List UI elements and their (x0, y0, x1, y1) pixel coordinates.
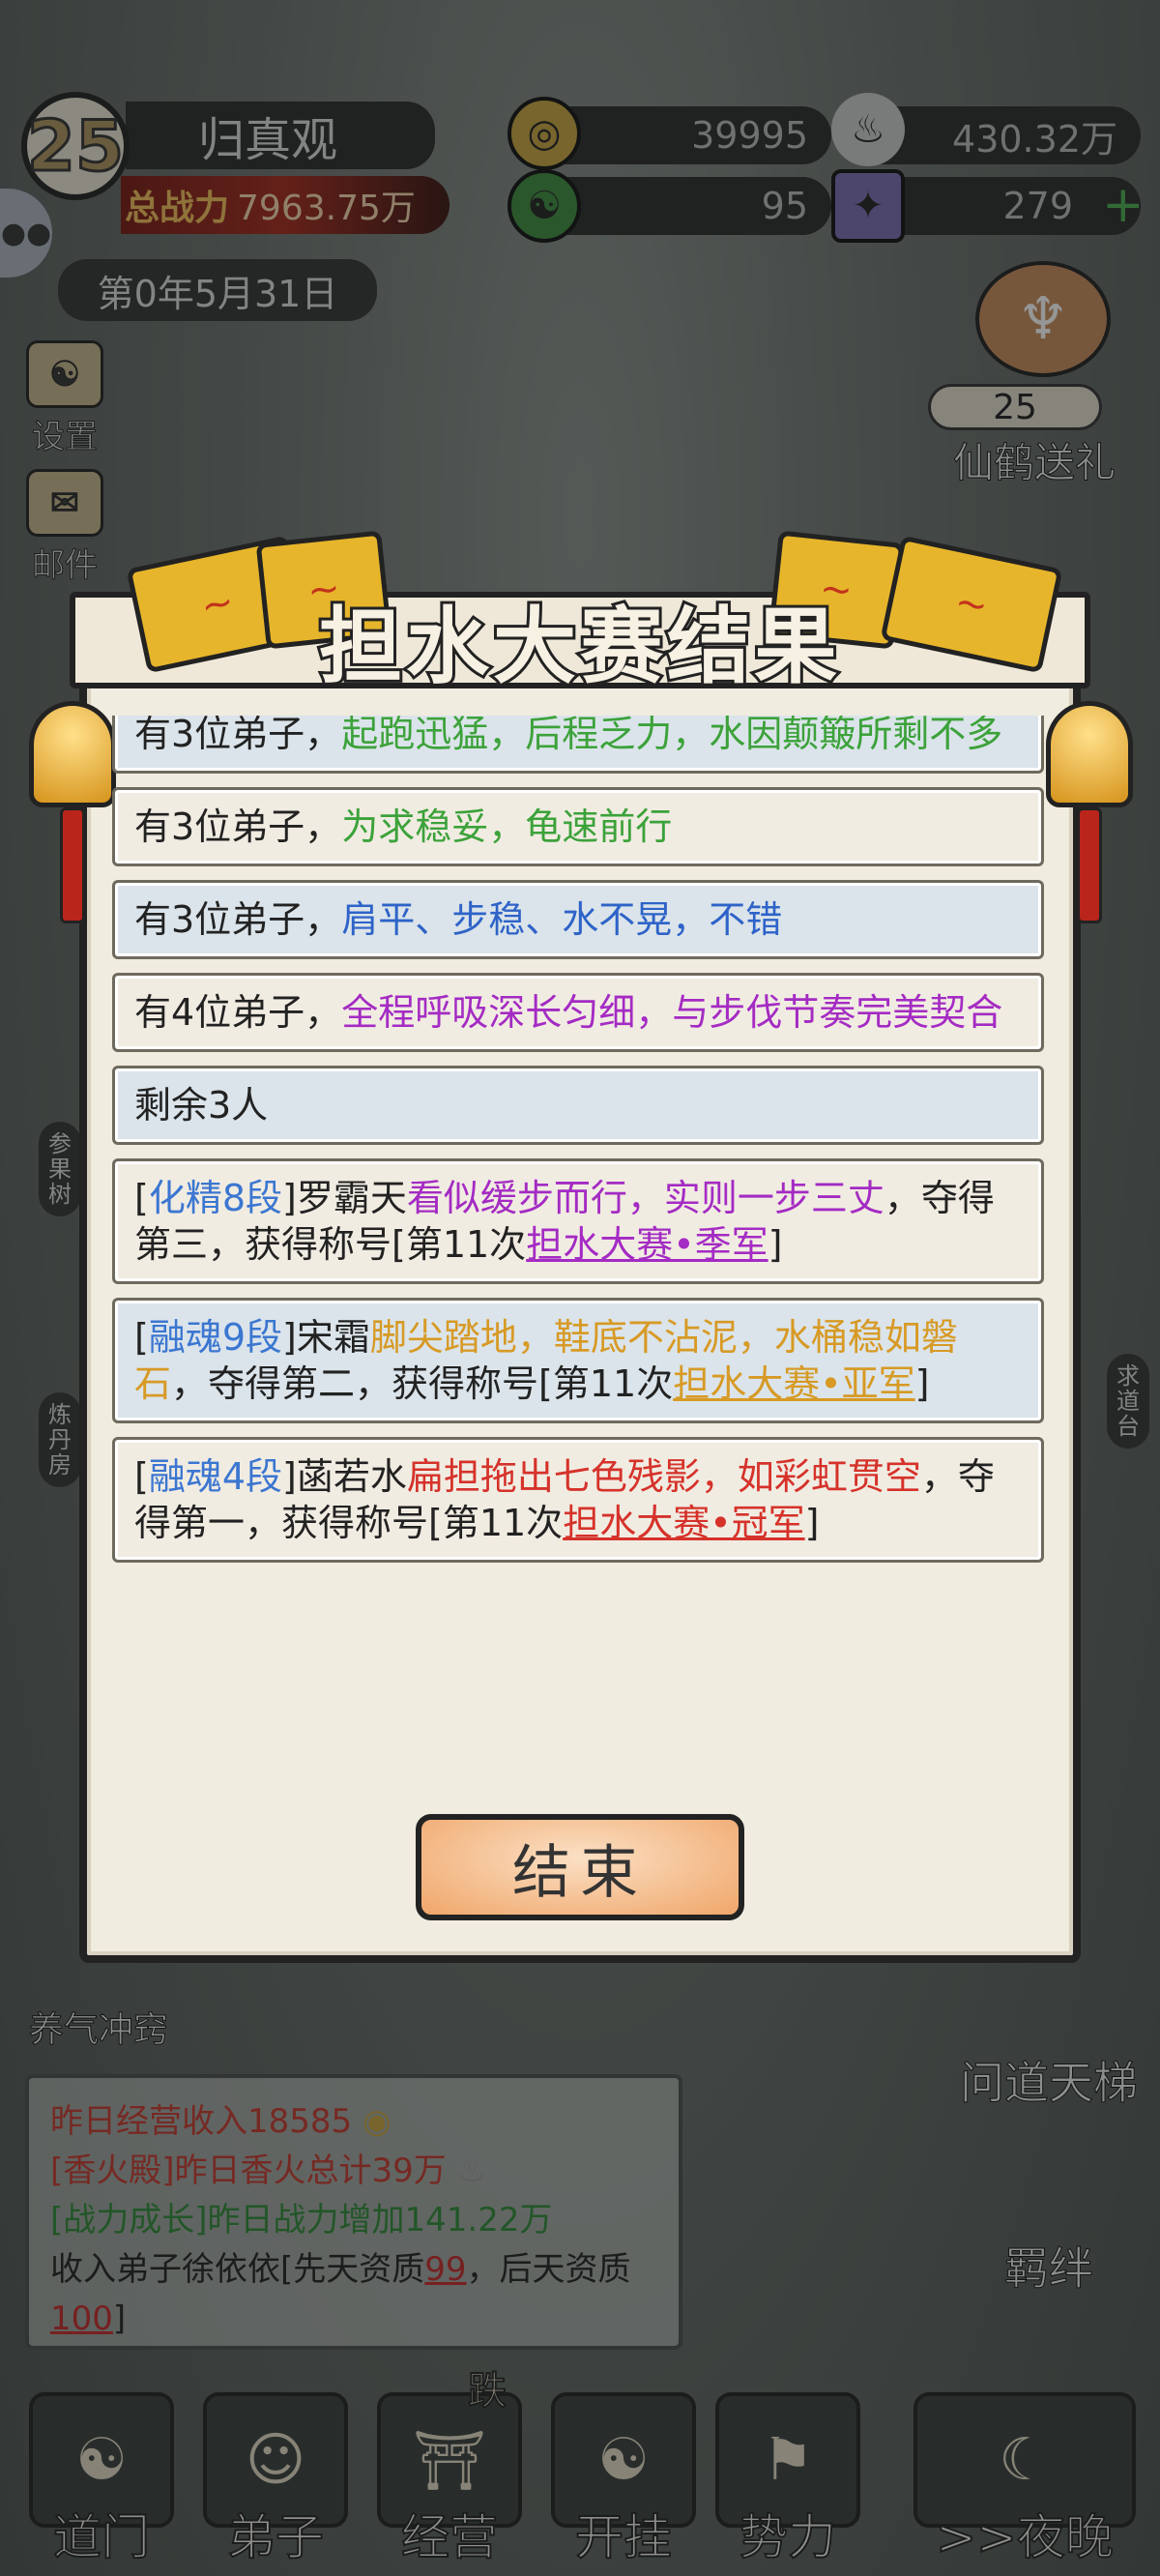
list-item: [融魂4段]菡若水扁担拖出七色残影，如彩虹贯空，夺得第一，获得称号[第11次担水… (112, 1437, 1044, 1563)
row-end: ] (804, 1502, 820, 1544)
row-realm: 融魂9段 (148, 1316, 283, 1359)
row-end: ] (768, 1223, 783, 1266)
row-award[interactable]: 担水大赛•亚军 (673, 1362, 914, 1405)
tassel-icon (60, 807, 85, 923)
row-rank: ，夺得第二，获得称号[第11次 (171, 1362, 674, 1405)
list-item: [融魂9段]宋霜脚尖踏地，鞋底不沾泥，水桶稳如磐石，夺得第二，获得称号[第11次… (112, 1298, 1044, 1423)
row-award[interactable]: 担水大赛•冠军 (563, 1502, 804, 1544)
row-text: 肩平、步稳、水不晃，不错 (341, 898, 783, 941)
row-prefix: 有4位弟子， (134, 991, 342, 1034)
result-list[interactable]: 有3位弟子，起跑迅猛，后程乏力，水因颠簸所剩不多 有3位弟子，为求稳妥，龟速前行… (112, 716, 1048, 1779)
row-award[interactable]: 担水大赛•季军 (526, 1223, 768, 1266)
row-prefix: 剩余3人 (134, 1084, 269, 1127)
row-text: 起跑迅猛，后程乏力，水因颠簸所剩不多 (341, 716, 1003, 755)
row-text: 全程呼吸深长匀细，与步伐节奏完美契合 (341, 991, 1003, 1034)
list-item: 有4位弟子，全程呼吸深长匀细，与步伐节奏完美契合 (112, 973, 1044, 1052)
row-desc: 看似缓步而行，实则一步三丈 (406, 1177, 884, 1219)
dialog-title: 担水大赛结果 (316, 596, 841, 698)
list-item: 有3位弟子，肩平、步稳、水不晃，不错 (112, 880, 1044, 959)
row-prefix: 有3位弟子， (134, 898, 342, 941)
row-desc: 扁担拖出七色残影，如彩虹贯空 (406, 1455, 921, 1498)
row-name: 罗霸天 (296, 1177, 407, 1219)
row-prefix: 有3位弟子， (134, 716, 342, 755)
row-prefix: 有3位弟子， (134, 805, 342, 848)
row-realm: 融魂4段 (148, 1455, 283, 1498)
bell-icon (1046, 701, 1133, 807)
bell-icon (29, 701, 116, 807)
row-name: 宋霜 (296, 1316, 370, 1359)
row-text: 为求稳妥，龟速前行 (341, 805, 673, 848)
end-button[interactable]: 结束 (416, 1814, 744, 1920)
list-item: 有3位弟子，为求稳妥，龟速前行 (112, 787, 1044, 866)
row-name: 菡若水 (296, 1455, 407, 1498)
row-end: ] (914, 1362, 930, 1405)
list-item: 剩余3人 (112, 1066, 1044, 1145)
list-item: [化精8段]罗霸天看似缓步而行，实则一步三丈，夺得第三，获得称号[第11次担水大… (112, 1158, 1044, 1284)
tassel-icon (1077, 807, 1102, 923)
list-item: 有3位弟子，起跑迅猛，后程乏力，水因颠簸所剩不多 (112, 716, 1044, 774)
row-realm: 化精8段 (148, 1177, 283, 1219)
